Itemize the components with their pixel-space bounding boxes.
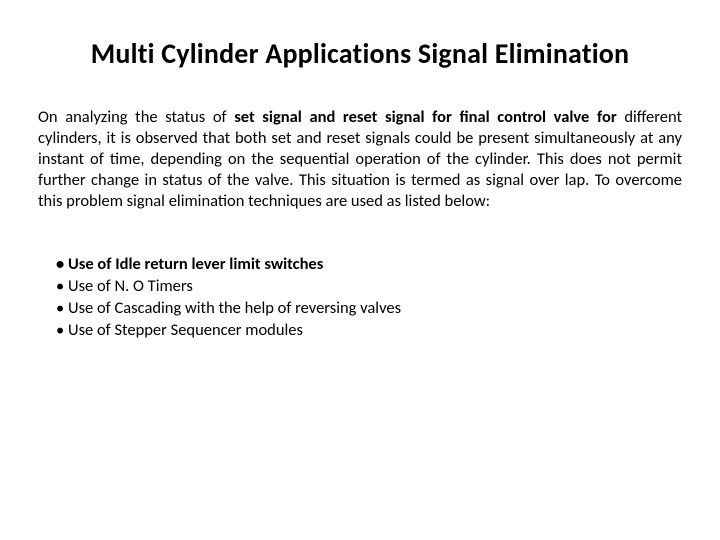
bullet-icon: •	[56, 319, 68, 341]
bullet-icon: •	[56, 297, 68, 319]
list-item: •Use of Cascading with the help of rever…	[56, 297, 682, 319]
bullet-icon: •	[56, 275, 68, 297]
body-paragraph: On analyzing the status of set signal an…	[38, 107, 682, 213]
para-bold: set signal and reset signal for final co…	[234, 107, 617, 127]
bullet-list: •Use of Idle return lever limit switches…	[56, 253, 682, 342]
slide: Multi Cylinder Applications Signal Elimi…	[0, 0, 720, 540]
list-item: •Use of Idle return lever limit switches	[56, 253, 682, 275]
para-lead: On analyzing the status of	[38, 107, 234, 127]
list-item: •Use of Stepper Sequencer modules	[56, 319, 682, 341]
bullet-text: Use of Idle return lever limit switches	[68, 254, 323, 274]
bullet-text: Use of N. O Timers	[68, 276, 193, 296]
list-item: •Use of N. O Timers	[56, 275, 682, 297]
bullet-icon: •	[56, 253, 68, 275]
bullet-text: Use of Cascading with the help of revers…	[68, 298, 401, 318]
slide-title: Multi Cylinder Applications Signal Elimi…	[38, 36, 682, 71]
bullet-text: Use of Stepper Sequencer modules	[68, 320, 303, 340]
